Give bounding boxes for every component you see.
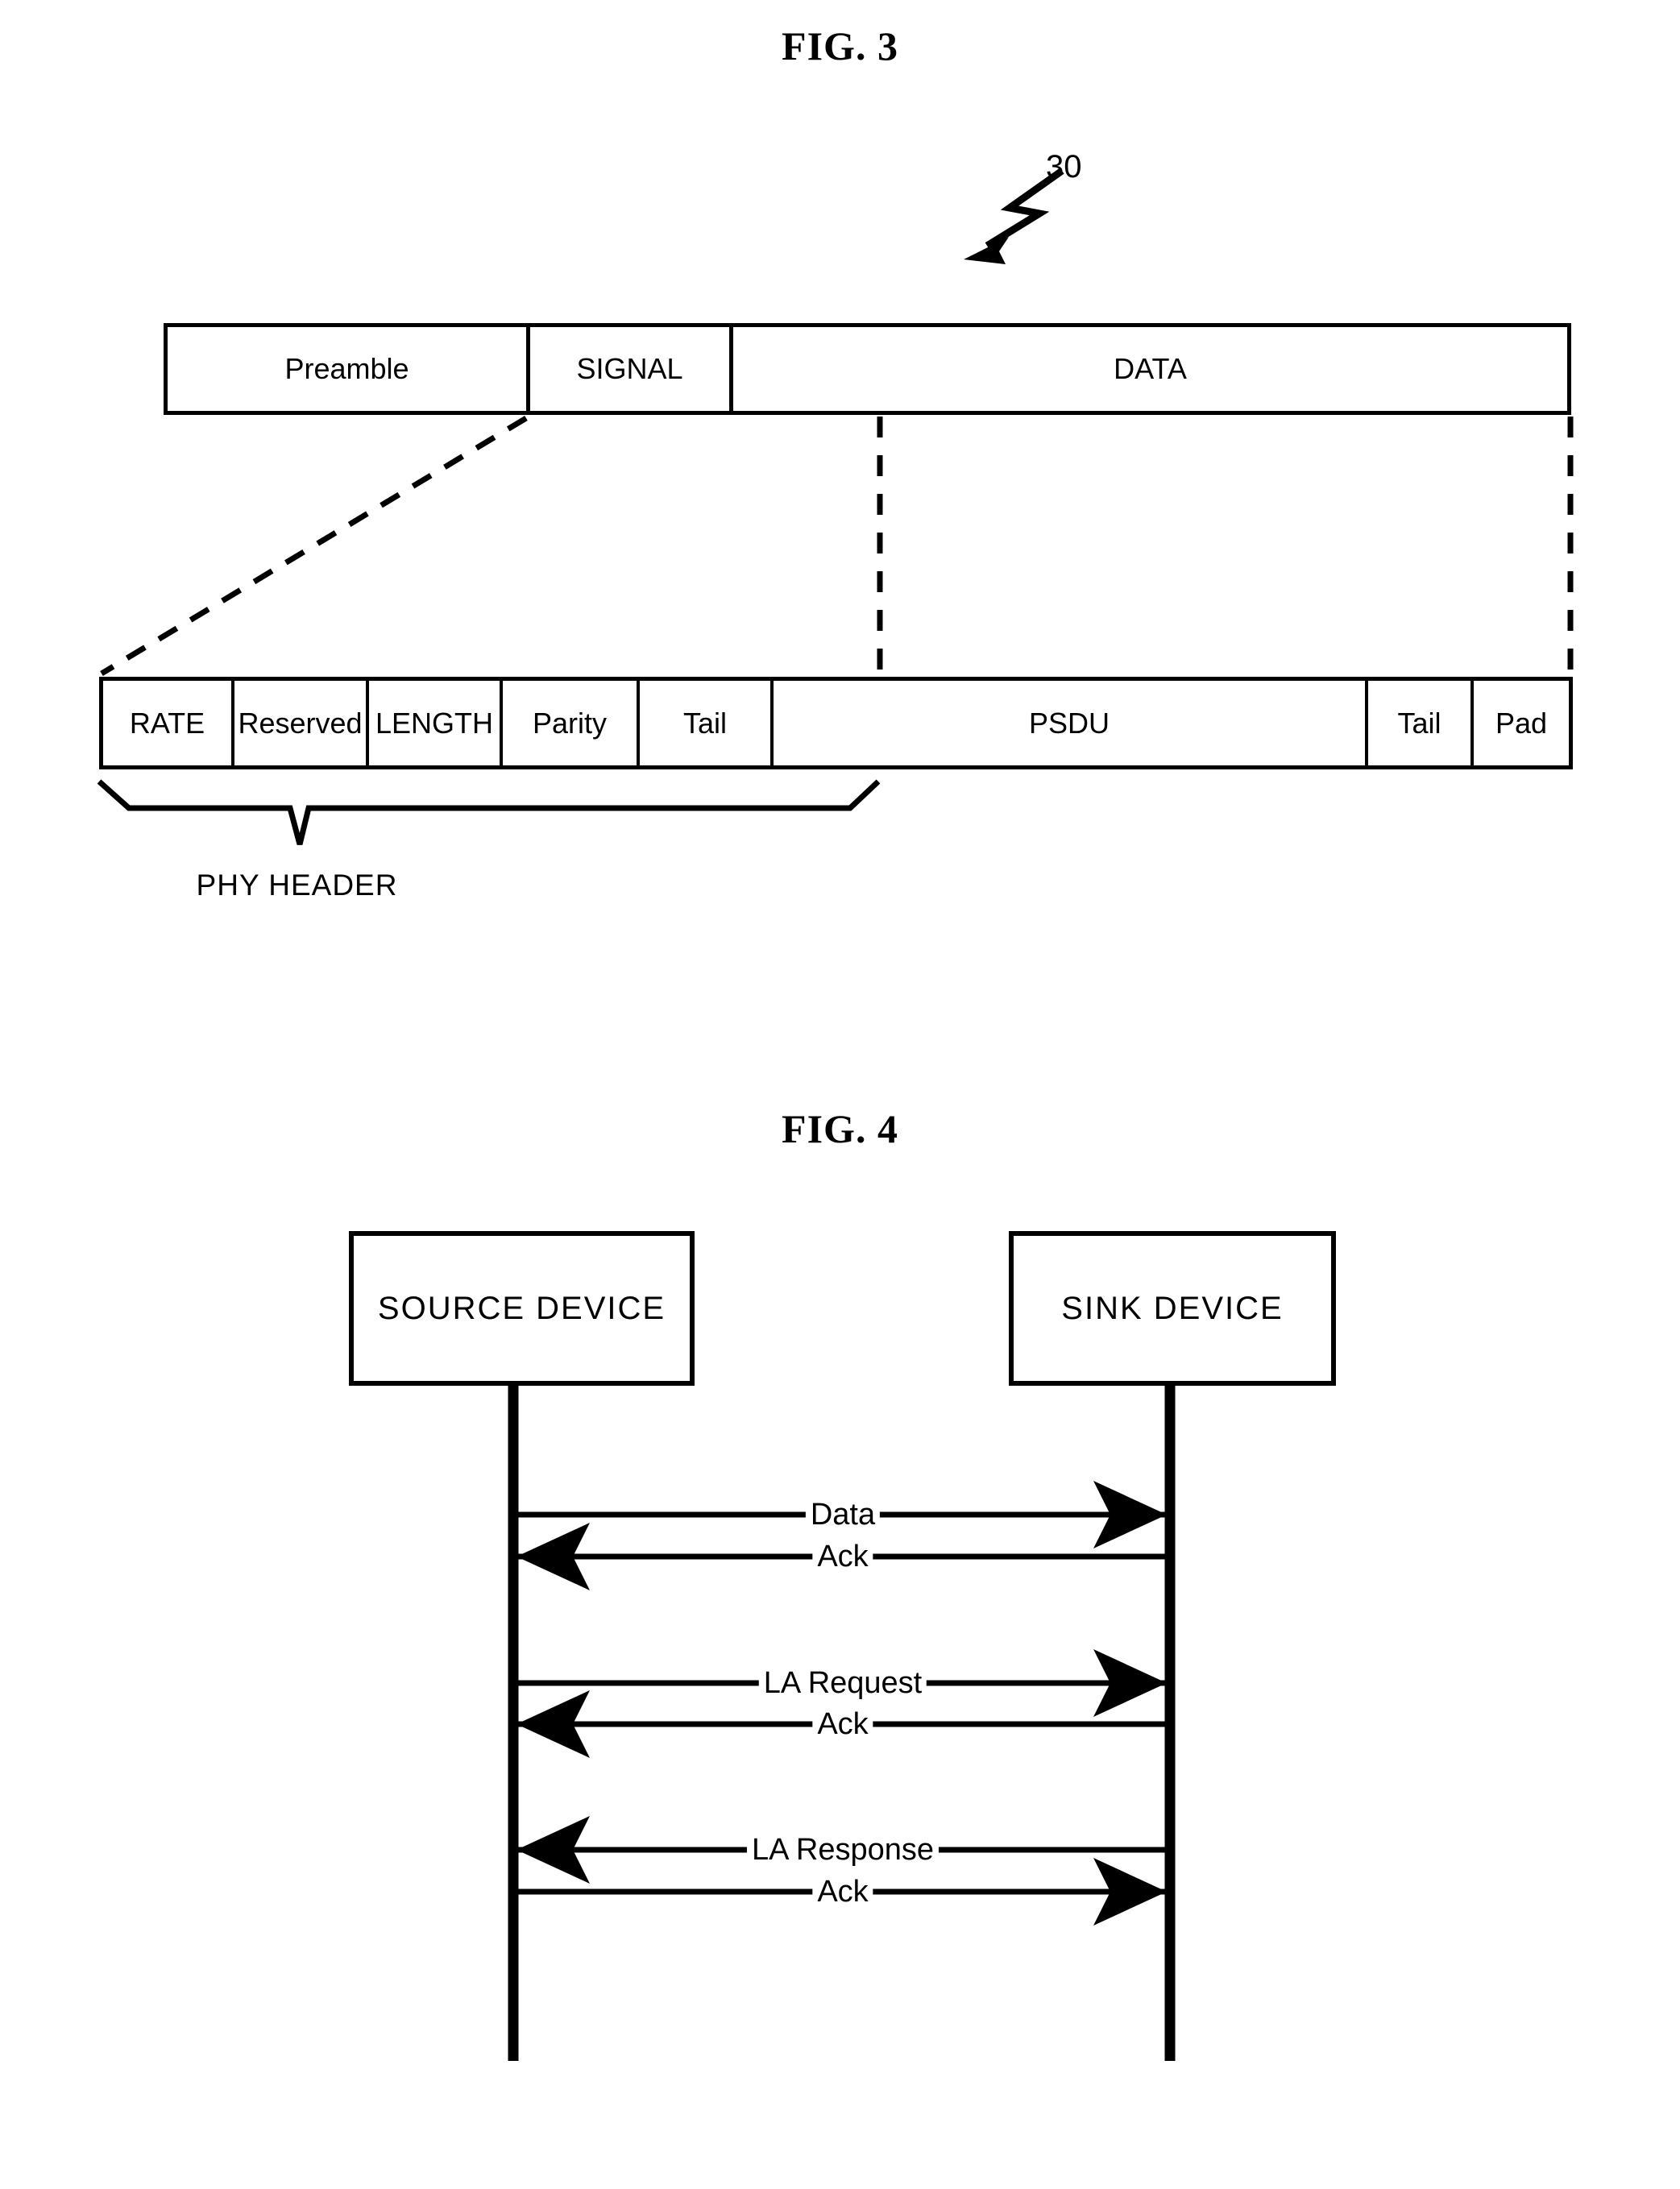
figure-3-title: FIG. 3 bbox=[782, 23, 898, 68]
lifeline-box-source-device: SOURCE DEVICE bbox=[349, 1231, 695, 1386]
detail-cell-tail-2: Tail bbox=[1368, 681, 1474, 765]
detail-cell-pad: Pad bbox=[1495, 706, 1548, 740]
frame-cell-data: DATA bbox=[1114, 352, 1187, 385]
detail-cell-reserved: Reserved bbox=[234, 681, 369, 765]
lifeline-box-sink-device: SINK DEVICE bbox=[1009, 1231, 1336, 1386]
frame-cell-signal: SIGNAL bbox=[530, 327, 733, 411]
patent-figure-page: FIG. 3 30 Preamble SIGNAL DATA RATE Rese… bbox=[0, 0, 1680, 2189]
ppdu-frame-bar: Preamble SIGNAL DATA bbox=[164, 323, 1571, 415]
expansion-line-diagonal bbox=[100, 416, 528, 676]
message-label-ack-3: Ack bbox=[812, 1876, 873, 1907]
reference-numeral-30-label: 30 bbox=[1046, 149, 1082, 184]
detail-cell-rate: RATE bbox=[103, 681, 234, 765]
detail-cell-psdu: PSDU bbox=[774, 681, 1368, 765]
phy-header-brace bbox=[97, 779, 881, 845]
phy-header-brace-label: PHY HEADER bbox=[196, 869, 398, 902]
message-label-ack-2: Ack bbox=[812, 1709, 873, 1739]
message-label-la-request: LA Request bbox=[758, 1668, 927, 1698]
detail-cell-length: LENGTH bbox=[369, 681, 503, 765]
message-label-data: Data bbox=[805, 1499, 881, 1530]
message-label-ack-1: Ack bbox=[812, 1541, 873, 1572]
detail-cell-tail-1: Tail bbox=[640, 681, 774, 765]
phy-detail-row: RATE Reserved LENGTH Parity Tail PSDU Ta… bbox=[99, 677, 1573, 769]
reference-numeral-30-group: 30 bbox=[951, 149, 1160, 262]
frame-cell-preamble: Preamble bbox=[168, 327, 530, 411]
detail-cell-parity: Parity bbox=[503, 681, 640, 765]
figure-4-title: FIG. 4 bbox=[782, 1106, 898, 1151]
message-label-la-response: LA Response bbox=[746, 1835, 940, 1865]
